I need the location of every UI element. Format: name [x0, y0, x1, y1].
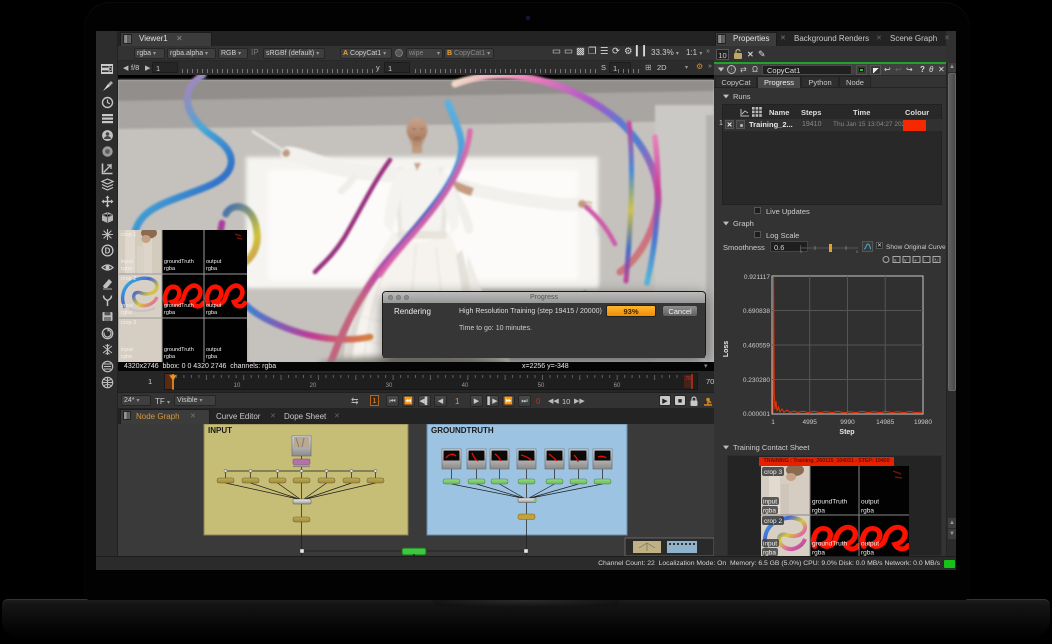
svg-text:-: - [924, 258, 926, 264]
svg-text:0: 0 [800, 249, 803, 253]
svg-text:1: 1 [172, 386, 175, 391]
svg-text:INPUT: INPUT [208, 426, 232, 435]
svg-text:input: input [121, 347, 133, 353]
svg-text:40: 40 [462, 383, 469, 389]
svg-text:0.5: 0.5 [856, 249, 858, 253]
svg-text:input: input [763, 499, 777, 506]
svg-text:D: D [104, 246, 110, 255]
svg-text:20: 20 [310, 383, 317, 389]
svg-text:groundTruth: groundTruth [812, 499, 848, 506]
svg-text:output: output [861, 499, 879, 506]
svg-text:9990: 9990 [840, 419, 855, 426]
svg-text:x: x [894, 258, 897, 264]
svg-text:0.230280: 0.230280 [743, 377, 770, 384]
svg-text:↻: ↻ [934, 258, 938, 264]
svg-text:GROUNDTRUTH: GROUNDTRUTH [431, 426, 494, 435]
svg-text:rgba: rgba [206, 266, 218, 272]
svg-text:30: 30 [386, 383, 393, 389]
svg-text:10: 10 [234, 383, 241, 389]
svg-text:crop 2: crop 2 [121, 276, 136, 282]
svg-text:crop 1: crop 1 [121, 232, 136, 238]
svg-text:0.921117: 0.921117 [744, 274, 771, 281]
svg-text:50: 50 [538, 383, 545, 389]
svg-text:output: output [206, 347, 222, 353]
svg-text:Loss: Loss [723, 341, 730, 357]
svg-text:0.690838: 0.690838 [743, 308, 770, 315]
svg-text:rgba: rgba [121, 354, 133, 360]
svg-text:0.460559: 0.460559 [743, 343, 770, 350]
svg-text:output: output [206, 259, 222, 265]
svg-text:0.000001: 0.000001 [743, 411, 770, 418]
svg-text:output: output [861, 541, 879, 548]
svg-text:rgba: rgba [164, 266, 176, 272]
svg-text:crop 3: crop 3 [121, 320, 136, 326]
svg-text:rgba: rgba [164, 354, 176, 360]
svg-text:crop 3: crop 3 [764, 469, 782, 476]
svg-text:rgba: rgba [763, 508, 776, 515]
svg-text:70: 70 [685, 376, 691, 382]
svg-text:input: input [763, 541, 777, 548]
svg-text:rgba: rgba [206, 310, 218, 316]
svg-text:+: + [914, 258, 917, 264]
svg-text:19980: 19980 [914, 419, 932, 426]
svg-text:rgba: rgba [164, 310, 176, 316]
svg-text:groundTruth: groundTruth [164, 259, 194, 265]
svg-text:4995: 4995 [802, 419, 817, 426]
svg-text:groundTruth: groundTruth [164, 303, 194, 309]
svg-text:1: 1 [771, 419, 775, 426]
svg-text:rgba: rgba [812, 508, 825, 515]
svg-text:crop 2: crop 2 [764, 518, 782, 525]
svg-text:rgba: rgba [121, 310, 133, 316]
svg-text:rgba: rgba [121, 266, 133, 272]
svg-text:Step: Step [839, 429, 854, 436]
svg-text:y: y [904, 258, 907, 264]
svg-text:input: input [121, 303, 133, 309]
svg-text:60: 60 [614, 383, 621, 389]
svg-text:input: input [121, 259, 133, 265]
svg-text:groundTruth: groundTruth [164, 347, 194, 353]
svg-text:rgba: rgba [861, 508, 874, 515]
svg-text:groundTruth: groundTruth [812, 541, 848, 548]
svg-text:rgba: rgba [206, 354, 218, 360]
svg-text:output: output [206, 303, 222, 309]
svg-text:14985: 14985 [876, 419, 894, 426]
